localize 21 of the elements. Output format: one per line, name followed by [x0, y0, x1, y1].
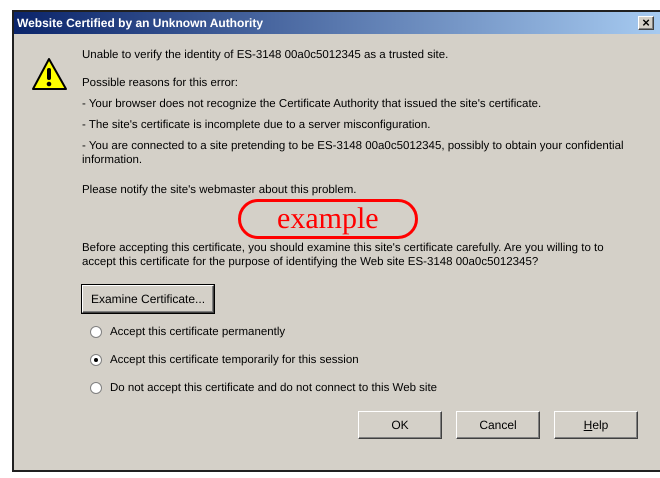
window-title: Website Certified by an Unknown Authority	[17, 15, 264, 32]
dialog-button[interactable]: Cancel	[456, 411, 540, 439]
reason-text: - The site's certificate is incomplete due to a server misconfiguration.	[82, 118, 432, 132]
radio-label[interactable]: Accept this certificate permanently	[110, 325, 286, 339]
reasons-heading: Possible reasons for this error:	[82, 76, 239, 90]
radio-button[interactable]	[90, 326, 102, 338]
dialog-button[interactable]: OK	[358, 411, 442, 439]
notify-text: Please notify the site's webmaster about this problem.	[82, 183, 358, 197]
radio-button[interactable]	[90, 354, 102, 366]
example-annotation: example	[238, 199, 418, 239]
radio-button[interactable]	[90, 382, 102, 394]
radio-label[interactable]: Do not accept this certificate and do not connect to this Web site	[110, 381, 438, 395]
examine-certificate-button[interactable]: Examine Certificate...	[82, 285, 214, 313]
dialog-button[interactable]: Help	[554, 411, 638, 439]
radio-label[interactable]: Accept this certificate temporarily for this session	[110, 353, 359, 367]
close-button[interactable]: ×	[638, 16, 654, 30]
question-text: Before accepting this certificate, you should examine this site's certificate carefully. Are you willing to to accept this certificate for the purpose of identifying the Web site ES-3148 00a0c5012345?	[82, 241, 605, 269]
reason-text: - Your browser does not recognize the Certificate Authority that issued the site's certificate.	[82, 97, 542, 111]
warning-icon	[30, 56, 68, 92]
message-text: Unable to verify the identity of ES-3148 00a0c5012345 as a trusted site.	[82, 48, 450, 62]
reason-text: - You are connected to a site pretending to be ES-3148 00a0c5012345, possibly to obtain your confidential information.	[82, 139, 625, 167]
